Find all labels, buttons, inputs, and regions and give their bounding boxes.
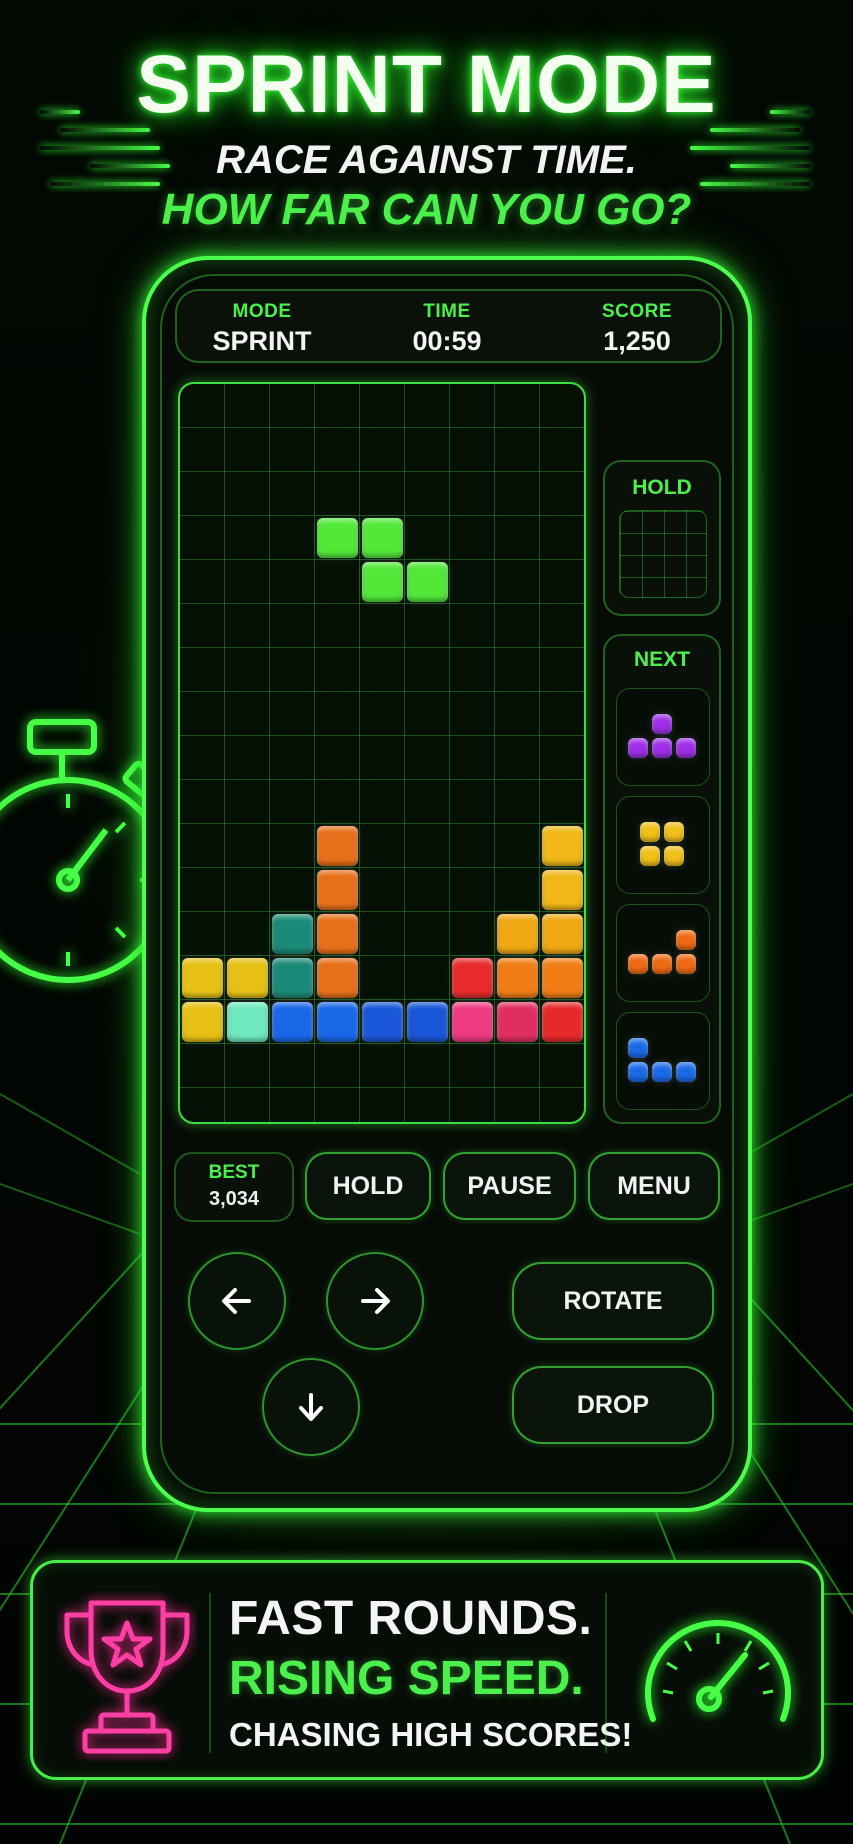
- locked-block: [317, 1002, 358, 1042]
- locked-block: [362, 1002, 403, 1042]
- subtitle-line-1: RACE AGAINST TIME.: [216, 138, 637, 182]
- locked-block: [182, 1002, 223, 1042]
- banner-line-2: RISING SPEED.: [229, 1652, 584, 1705]
- next-piece-block: [676, 954, 696, 974]
- drop-button[interactable]: DROP: [512, 1366, 714, 1444]
- next-piece-slot: [616, 904, 710, 1002]
- next-piece-block: [640, 846, 660, 866]
- hold-slot: [619, 510, 707, 598]
- locked-block: [542, 914, 583, 954]
- next-piece-block: [664, 822, 684, 842]
- next-piece-block: [652, 1062, 672, 1082]
- locked-block: [182, 958, 223, 998]
- locked-block: [542, 870, 583, 910]
- locked-block: [497, 914, 538, 954]
- subtitle-line-2: HOW FAR CAN YOU GO?: [161, 185, 692, 234]
- next-panel: NEXT: [603, 634, 721, 1124]
- promo-banner: FAST ROUNDS. RISING SPEED. CHASING HIGH …: [30, 1560, 824, 1780]
- banner-divider-right: [605, 1593, 607, 1753]
- locked-block: [272, 958, 313, 998]
- menu-button[interactable]: MENU: [588, 1152, 720, 1220]
- next-piece-block: [640, 822, 660, 842]
- hold-label: HOLD: [632, 476, 692, 499]
- locked-block: [317, 914, 358, 954]
- next-piece-slot: [616, 688, 710, 786]
- next-piece-block: [676, 1062, 696, 1082]
- arrow-down-icon: [299, 1393, 323, 1421]
- mode-label: MODE: [232, 301, 292, 322]
- hud-score: SCORE 1,250: [552, 301, 722, 357]
- locked-block: [272, 914, 313, 954]
- active-piece-block: [407, 562, 448, 602]
- next-piece-block: [628, 738, 648, 758]
- best-score: BEST 3,034: [174, 1152, 294, 1222]
- game-board[interactable]: [178, 382, 586, 1124]
- locked-block: [317, 870, 358, 910]
- next-label: NEXT: [633, 648, 690, 671]
- locked-block: [452, 1002, 493, 1042]
- arrow-right-icon: [361, 1288, 390, 1314]
- hold-button[interactable]: HOLD: [305, 1152, 431, 1220]
- next-piece-slot: [616, 796, 710, 894]
- hud-bar: MODE SPRINT TIME 00:59 SCORE 1,250: [175, 289, 722, 363]
- score-label: SCORE: [601, 301, 673, 322]
- locked-block: [317, 958, 358, 998]
- move-down-button[interactable]: [262, 1358, 360, 1456]
- move-right-button[interactable]: [326, 1252, 424, 1350]
- mode-value: SPRINT: [212, 326, 312, 356]
- banner-line-1: FAST ROUNDS.: [229, 1592, 593, 1645]
- time-value: 00:59: [412, 326, 482, 356]
- arrow-left-icon: [222, 1288, 251, 1314]
- next-piece-block: [652, 954, 672, 974]
- pause-button[interactable]: PAUSE: [443, 1152, 576, 1220]
- locked-block: [542, 1002, 583, 1042]
- best-label: BEST: [208, 1162, 260, 1183]
- banner-divider-left: [209, 1593, 211, 1753]
- locked-block: [407, 1002, 448, 1042]
- locked-block: [497, 1002, 538, 1042]
- page-title: SPRINT MODE: [136, 39, 717, 130]
- locked-block: [497, 958, 538, 998]
- active-piece-block: [362, 518, 403, 558]
- hud-time: TIME 00:59: [362, 301, 532, 357]
- hold-panel: HOLD: [603, 460, 721, 616]
- move-left-button[interactable]: [188, 1252, 286, 1350]
- active-piece-block: [317, 518, 358, 558]
- locked-block: [542, 958, 583, 998]
- banner-line-3: CHASING HIGH SCORES!: [229, 1716, 633, 1753]
- speedometer-icon: [645, 1620, 791, 1722]
- locked-block: [227, 1002, 268, 1042]
- rotate-button[interactable]: ROTATE: [512, 1262, 714, 1340]
- active-piece-block: [362, 562, 403, 602]
- next-piece-block: [652, 714, 672, 734]
- locked-block: [227, 958, 268, 998]
- next-piece-block: [628, 1038, 648, 1058]
- next-piece-block: [628, 954, 648, 974]
- next-piece-block: [676, 738, 696, 758]
- trophy-icon: [64, 1600, 190, 1754]
- locked-block: [452, 958, 493, 998]
- best-value: 3,034: [208, 1188, 260, 1210]
- next-piece-block: [652, 738, 672, 758]
- locked-block: [272, 1002, 313, 1042]
- next-piece-block: [664, 846, 684, 866]
- hud-mode: MODE SPRINT: [177, 301, 347, 357]
- score-value: 1,250: [603, 326, 671, 356]
- next-piece-block: [676, 930, 696, 950]
- locked-block: [542, 826, 583, 866]
- time-label: TIME: [423, 301, 471, 322]
- next-piece-block: [628, 1062, 648, 1082]
- next-piece-slot: [616, 1012, 710, 1110]
- locked-block: [317, 826, 358, 866]
